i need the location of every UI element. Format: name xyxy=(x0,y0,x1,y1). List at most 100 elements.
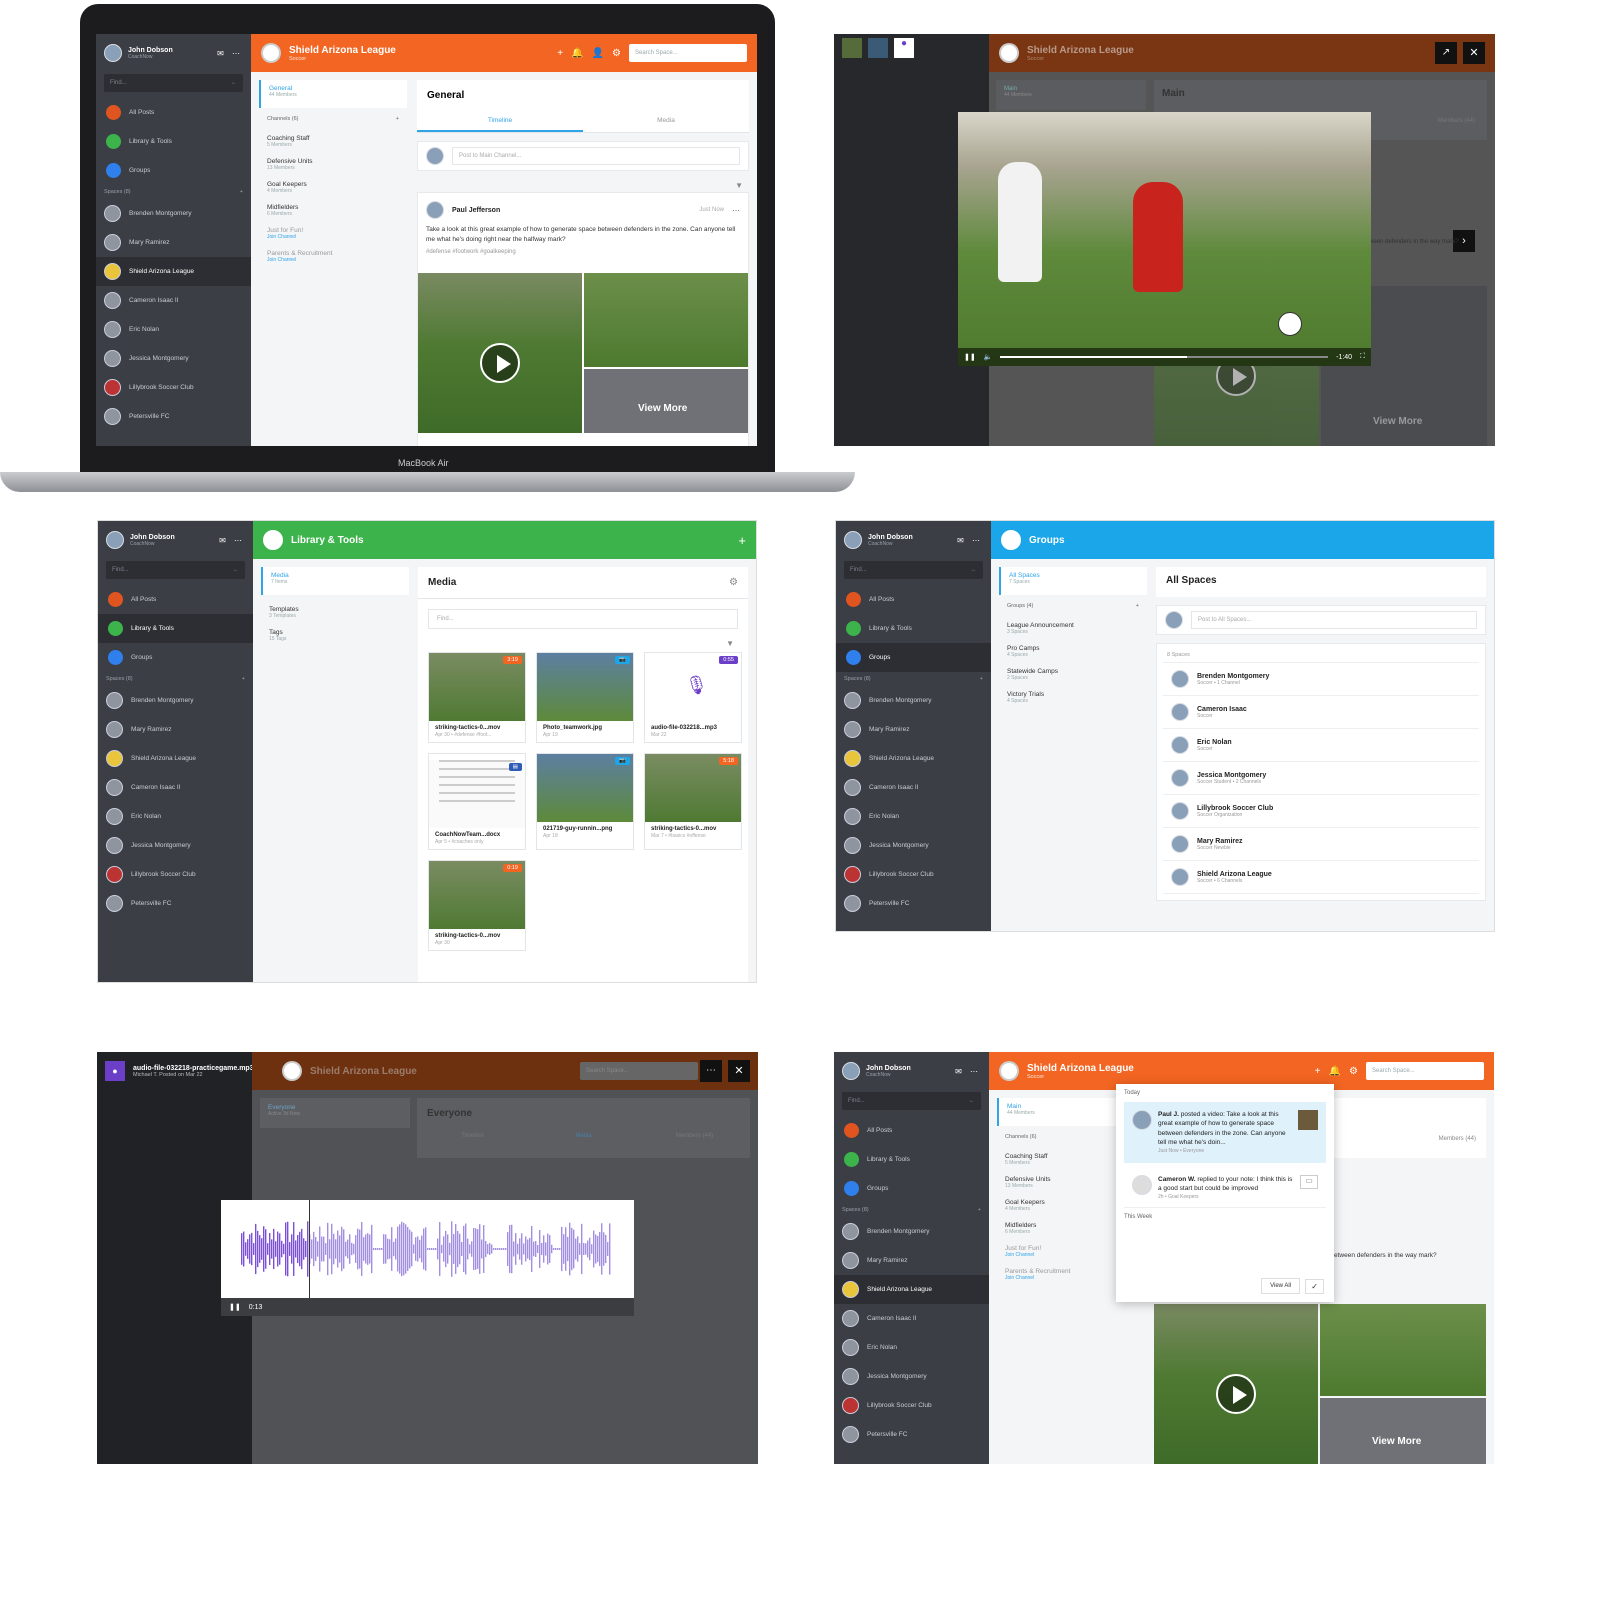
author-avatar[interactable] xyxy=(426,201,444,219)
search-input[interactable]: Search Space... xyxy=(629,44,747,62)
media-tile[interactable]: 🎙 0:55 audio-file-032218...mp3 Mar 22 xyxy=(644,652,742,743)
filter-icon[interactable]: ▼ xyxy=(418,639,748,652)
add-group-icon[interactable]: + xyxy=(1136,603,1139,609)
space-row[interactable]: Mary Ramirez Soccer Newbie xyxy=(1163,828,1479,861)
space-item[interactable]: Shield Arizona League xyxy=(98,744,253,773)
thumb[interactable] xyxy=(842,38,862,58)
search-input[interactable]: Search Space... xyxy=(1366,1062,1484,1080)
space-item[interactable]: Brenden Montgomery xyxy=(96,199,251,228)
space-item[interactable]: Brenden Montgomery xyxy=(834,1217,989,1246)
channel-item[interactable]: Midfielders 6 Members xyxy=(259,199,407,222)
space-item[interactable]: Petersville FC xyxy=(96,402,251,431)
channel-item[interactable]: Goal Keepers 4 Members xyxy=(259,176,407,199)
space-item[interactable]: Eric Nolan xyxy=(836,802,991,831)
space-item[interactable]: Jessica Montgomery xyxy=(98,831,253,860)
mark-read-icon[interactable]: ✓ xyxy=(1305,1279,1324,1294)
space-item[interactable]: Mary Ramirez xyxy=(96,228,251,257)
view-all-button[interactable]: View All xyxy=(1261,1278,1300,1294)
nav-all-posts[interactable]: All Posts xyxy=(96,98,251,127)
channel-item[interactable]: Just for Fun! Join Channel xyxy=(259,222,407,245)
video-player[interactable]: ❚❚ 🔈 -1:40 ⛶ xyxy=(958,112,1371,366)
space-item[interactable]: Jessica Montgomery xyxy=(96,344,251,373)
channel-selected[interactable]: General 44 Members xyxy=(259,80,407,108)
menu-item-tags[interactable]: Tags 15 Tags xyxy=(261,624,409,647)
menu-item-all-spaces[interactable]: All Spaces 7 Spaces xyxy=(999,567,1147,595)
nav-library[interactable]: Library & Tools xyxy=(98,614,253,643)
space-item[interactable]: Shield Arizona League xyxy=(834,1275,989,1304)
media-tile[interactable]: 0:19 striking-tactics-0...mov Apr 30 xyxy=(428,860,526,951)
space-row[interactable]: Eric Nolan Soccer xyxy=(1163,729,1479,762)
external-link-icon[interactable]: ↗ xyxy=(1435,42,1457,64)
space-item[interactable]: Lillybrook Soccer Club xyxy=(836,860,991,889)
media-tile[interactable]: 📷 Photo_teamwork.jpg Apr 19 xyxy=(536,652,634,743)
menu-item-media[interactable]: Media 7 Items xyxy=(261,567,409,595)
space-item[interactable]: Petersville FC xyxy=(834,1420,989,1449)
nav-groups[interactable]: Groups xyxy=(98,643,253,672)
video-thumbnail[interactable] xyxy=(418,273,582,433)
gear-icon[interactable]: ⚙ xyxy=(729,577,748,588)
space-item[interactable]: Cameron Isaac II xyxy=(98,773,253,802)
gear-icon[interactable]: ⚙ xyxy=(1349,1066,1358,1077)
group-item[interactable]: Victory Trials 4 Spaces xyxy=(999,686,1147,709)
play-icon[interactable] xyxy=(480,343,520,383)
space-item[interactable]: Lillybrook Soccer Club xyxy=(96,373,251,402)
add-icon[interactable]: + xyxy=(557,48,563,59)
nav-library[interactable]: Library & Tools xyxy=(834,1145,989,1174)
nav-library[interactable]: Library & Tools xyxy=(836,614,991,643)
space-item[interactable]: Mary Ramirez xyxy=(98,715,253,744)
space-item[interactable]: Mary Ramirez xyxy=(834,1246,989,1275)
find-input[interactable]: Find... ← xyxy=(104,74,243,92)
post-input[interactable]: Post to All Spaces... xyxy=(1191,611,1477,629)
view-more-tile[interactable]: View More xyxy=(584,369,748,433)
nav-groups[interactable]: Groups xyxy=(836,643,991,672)
nav-all-posts[interactable]: All Posts xyxy=(834,1116,989,1145)
find-media-input[interactable]: Find... xyxy=(428,609,738,629)
back-arrow-icon[interactable]: ← xyxy=(231,80,237,86)
post-author[interactable]: Paul Jefferson xyxy=(452,207,500,214)
space-item[interactable]: Eric Nolan xyxy=(98,802,253,831)
space-item[interactable]: Lillybrook Soccer Club xyxy=(98,860,253,889)
person-icon[interactable]: 👤 xyxy=(592,48,604,59)
notification-item[interactable]: Paul J. posted a video: Take a look at t… xyxy=(1124,1102,1326,1163)
bell-icon[interactable]: 🔔 xyxy=(571,48,583,59)
add-channel-icon[interactable]: + xyxy=(396,116,399,122)
tab-timeline[interactable]: Timeline xyxy=(417,111,583,132)
space-item[interactable]: Mary Ramirez xyxy=(836,715,991,744)
space-item[interactable]: Eric Nolan xyxy=(96,315,251,344)
space-item[interactable]: Cameron Isaac II xyxy=(834,1304,989,1333)
thumb[interactable] xyxy=(868,38,888,58)
nav-groups[interactable]: Groups xyxy=(96,156,251,185)
microphone-icon[interactable]: ● xyxy=(894,38,914,58)
more-icon[interactable]: ⋯ xyxy=(732,206,740,215)
group-item[interactable]: Pro Camps 4 Spaces xyxy=(999,640,1147,663)
space-item[interactable]: Brenden Montgomery xyxy=(98,686,253,715)
group-item[interactable]: Statewide Camps 2 Spaces xyxy=(999,663,1147,686)
group-item[interactable]: League Announcement 3 Spaces xyxy=(999,617,1147,640)
space-item[interactable]: Petersville FC xyxy=(836,889,991,918)
space-row[interactable]: Brenden Montgomery Soccer • 1 Channel xyxy=(1163,663,1479,696)
close-icon[interactable]: ✕ xyxy=(728,1060,750,1082)
channel-item[interactable]: Coaching Staff 5 Members xyxy=(259,130,407,153)
inbox-icon[interactable]: ✉ ⋯ xyxy=(217,49,243,58)
tab-media[interactable]: Media xyxy=(583,111,749,132)
photo-thumbnail[interactable] xyxy=(1320,1304,1486,1396)
add-icon[interactable]: + xyxy=(1315,1066,1321,1077)
inbox-icon[interactable]: ✉ ⋯ xyxy=(219,536,245,545)
menu-item-templates[interactable]: Templates 3 Templates xyxy=(261,601,409,624)
space-item[interactable]: Lillybrook Soccer Club xyxy=(834,1391,989,1420)
space-item[interactable]: Shield Arizona League xyxy=(836,744,991,773)
space-row[interactable]: Lillybrook Soccer Club Soccer Organizatio… xyxy=(1163,795,1479,828)
gear-icon[interactable]: ⚙ xyxy=(612,48,621,59)
add-icon[interactable]: + xyxy=(738,533,746,548)
pause-icon[interactable]: ❚❚ xyxy=(964,353,976,361)
nav-all-posts[interactable]: All Posts xyxy=(836,585,991,614)
fullscreen-icon[interactable]: ⛶ xyxy=(1360,353,1365,361)
notification-item[interactable]: Cameron W. replied to your note: I think… xyxy=(1124,1169,1326,1209)
video-thumbnail[interactable] xyxy=(1154,1304,1318,1464)
seek-bar[interactable] xyxy=(1000,356,1329,358)
nav-library[interactable]: Library & Tools xyxy=(96,127,251,156)
add-space-icon[interactable]: + xyxy=(240,189,243,195)
space-item[interactable]: Cameron Isaac II xyxy=(836,773,991,802)
channel-item[interactable]: Defensive Units 13 Members xyxy=(259,153,407,176)
post-tags[interactable]: #defense #footwork #goalkeeping xyxy=(426,249,740,255)
